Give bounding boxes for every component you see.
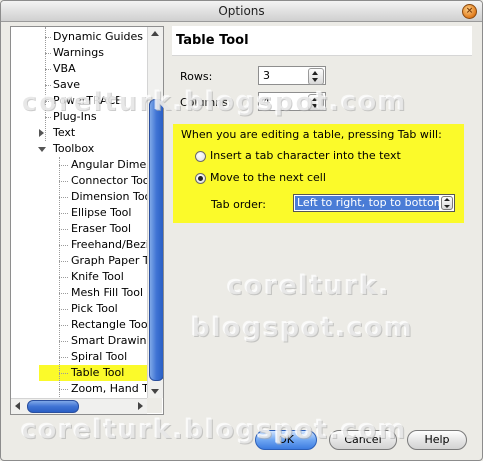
tree-item[interactable]: Smart Drawing bbox=[11, 333, 154, 349]
tab-behavior-group: When you are editing a table, pressing T… bbox=[173, 124, 464, 223]
tree-item-label: Angular Dimens bbox=[71, 158, 159, 171]
move-next-cell-radio[interactable] bbox=[195, 173, 206, 184]
tree-item-label: Table Tool bbox=[71, 366, 125, 379]
tree-item-label: Dimension Tool bbox=[71, 190, 155, 203]
tree-vertical-scrollbar[interactable] bbox=[147, 27, 163, 398]
tree-guide-line bbox=[59, 325, 68, 326]
tree-item-label: Ellipse Tool bbox=[71, 206, 132, 219]
move-next-cell-option-label[interactable]: Move to the next cell bbox=[210, 171, 326, 184]
tree-guide-line bbox=[59, 197, 68, 198]
tree-item-label: Dynamic Guides bbox=[53, 30, 144, 43]
tree-guide-line bbox=[59, 389, 68, 390]
tab-behavior-label: When you are editing a table, pressing T… bbox=[181, 128, 442, 141]
tree-item-label: Mesh Fill Tool bbox=[71, 286, 144, 299]
tree-item[interactable]: VBA bbox=[11, 61, 147, 77]
tree-item-label: Toolbox bbox=[53, 142, 95, 155]
tree-guide-line bbox=[59, 245, 68, 246]
tree-guide-line bbox=[59, 261, 68, 262]
title-bar[interactable]: Options × bbox=[1, 1, 482, 22]
tree-item-label: Graph Paper To bbox=[71, 254, 155, 267]
tree-guide-line bbox=[59, 309, 68, 310]
tree-item[interactable]: Mesh Fill Tool bbox=[11, 285, 147, 301]
tab-order-label: Tab order: bbox=[211, 198, 266, 211]
tree-item[interactable]: Graph Paper To bbox=[11, 253, 154, 269]
tree-guide-line bbox=[59, 165, 68, 166]
tree-item[interactable]: Text bbox=[11, 125, 147, 141]
scroll-down-arrow-icon[interactable] bbox=[151, 389, 159, 394]
tree-guide-line bbox=[59, 213, 68, 214]
watermark-text: blogspot.com bbox=[191, 313, 414, 343]
tree-item-label: Freehand/Bezie bbox=[71, 238, 156, 251]
tree-horizontal-scrollbar[interactable] bbox=[11, 398, 147, 414]
tree-item[interactable]: Toolbox bbox=[11, 141, 147, 157]
window-title: Options bbox=[218, 4, 265, 18]
rows-value[interactable]: 3 bbox=[263, 69, 270, 82]
tab-order-value[interactable]: Left to right, top to bottom bbox=[295, 196, 439, 210]
tree-item[interactable]: Angular Dimens bbox=[11, 157, 159, 173]
settings-panel: Table Tool Rows: 3 Columns: 4 When you a… bbox=[172, 26, 474, 413]
scroll-up-arrow-icon[interactable] bbox=[151, 31, 159, 36]
tree-item-label: Warnings bbox=[53, 46, 104, 59]
tree-item[interactable]: Warnings bbox=[11, 45, 147, 61]
tree-item-label: Text bbox=[53, 126, 76, 139]
tree-item[interactable]: Eraser Tool bbox=[11, 221, 147, 237]
insert-tab-radio[interactable] bbox=[195, 151, 206, 162]
tree-item[interactable]: Pick Tool bbox=[11, 301, 147, 317]
tree-item-label: Eraser Tool bbox=[71, 222, 132, 235]
tree-guide-line bbox=[59, 277, 68, 278]
rows-spin-buttons[interactable] bbox=[308, 68, 324, 85]
watermark-text: corelturk. bbox=[227, 271, 391, 301]
options-tree: Dynamic Guides Warnings VBA Save PowerTRACE P… bbox=[10, 26, 164, 415]
spin-down-icon[interactable] bbox=[312, 78, 318, 82]
watermark-text: corelturk.blogspot.com bbox=[21, 87, 408, 117]
options-dialog: Options × Dynamic Guides Warnings VBA Save P… bbox=[0, 0, 483, 461]
tree-guide-line bbox=[59, 229, 68, 230]
tree-guide-line bbox=[59, 293, 68, 294]
tree-guide-line bbox=[59, 181, 68, 182]
insert-tab-option-label[interactable]: Insert a tab character into the text bbox=[210, 149, 401, 162]
close-icon[interactable]: × bbox=[462, 4, 477, 19]
expand-arrow-icon[interactable] bbox=[39, 129, 44, 137]
help-button[interactable]: Help bbox=[407, 430, 467, 450]
rows-label: Rows: bbox=[180, 70, 213, 83]
tree-item[interactable]: Knife Tool bbox=[11, 269, 147, 285]
tree-item[interactable]: Connector Tool bbox=[11, 173, 153, 189]
tree-guide-line bbox=[45, 27, 46, 141]
tree-item[interactable]: Ellipse Tool bbox=[11, 205, 147, 221]
tree-item[interactable]: Dynamic Guides bbox=[11, 29, 147, 45]
tree-item-label: Rectangle Tool bbox=[71, 318, 151, 331]
tree-item[interactable]: Freehand/Bezie bbox=[11, 237, 156, 253]
scroll-left-arrow-icon[interactable] bbox=[15, 402, 20, 410]
tree-item[interactable]: Zoom, Hand To bbox=[11, 381, 154, 397]
tree-item-label: Connector Tool bbox=[71, 174, 153, 187]
watermark-text: corelturk.blogspot.com bbox=[21, 415, 408, 445]
scrollbar-corner bbox=[147, 398, 162, 413]
tree-guide-line bbox=[59, 357, 68, 358]
tree-item-label: VBA bbox=[53, 62, 76, 75]
tree-item-label: Pick Tool bbox=[71, 302, 118, 315]
tree-item[interactable]: Rectangle Tool bbox=[11, 317, 151, 333]
horizontal-scroll-thumb[interactable] bbox=[27, 400, 79, 413]
tab-order-select[interactable]: Left to right, top to bottom bbox=[293, 194, 455, 212]
vertical-scroll-thumb[interactable] bbox=[149, 99, 163, 381]
collapse-arrow-icon[interactable] bbox=[38, 147, 46, 152]
page-title: Table Tool bbox=[172, 26, 472, 56]
rows-stepper[interactable]: 3 bbox=[258, 66, 326, 85]
spin-up-icon[interactable] bbox=[312, 71, 318, 75]
tree-item[interactable]: Spiral Tool bbox=[11, 349, 147, 365]
tree-item-label: Spiral Tool bbox=[71, 350, 128, 363]
tree-guide-line bbox=[59, 373, 68, 374]
tree-item-label: Zoom, Hand To bbox=[71, 382, 154, 395]
tree-item-label: Knife Tool bbox=[71, 270, 124, 283]
tree-item-label: Smart Drawing bbox=[71, 334, 154, 347]
chevron-updown-icon[interactable] bbox=[441, 196, 453, 210]
tree-item[interactable]: Table Tool bbox=[39, 365, 159, 381]
tree-guide-line bbox=[59, 157, 60, 397]
tree-guide-line bbox=[59, 341, 68, 342]
scroll-right-arrow-icon[interactable] bbox=[138, 402, 143, 410]
tree-item[interactable]: Dimension Tool bbox=[11, 189, 154, 205]
